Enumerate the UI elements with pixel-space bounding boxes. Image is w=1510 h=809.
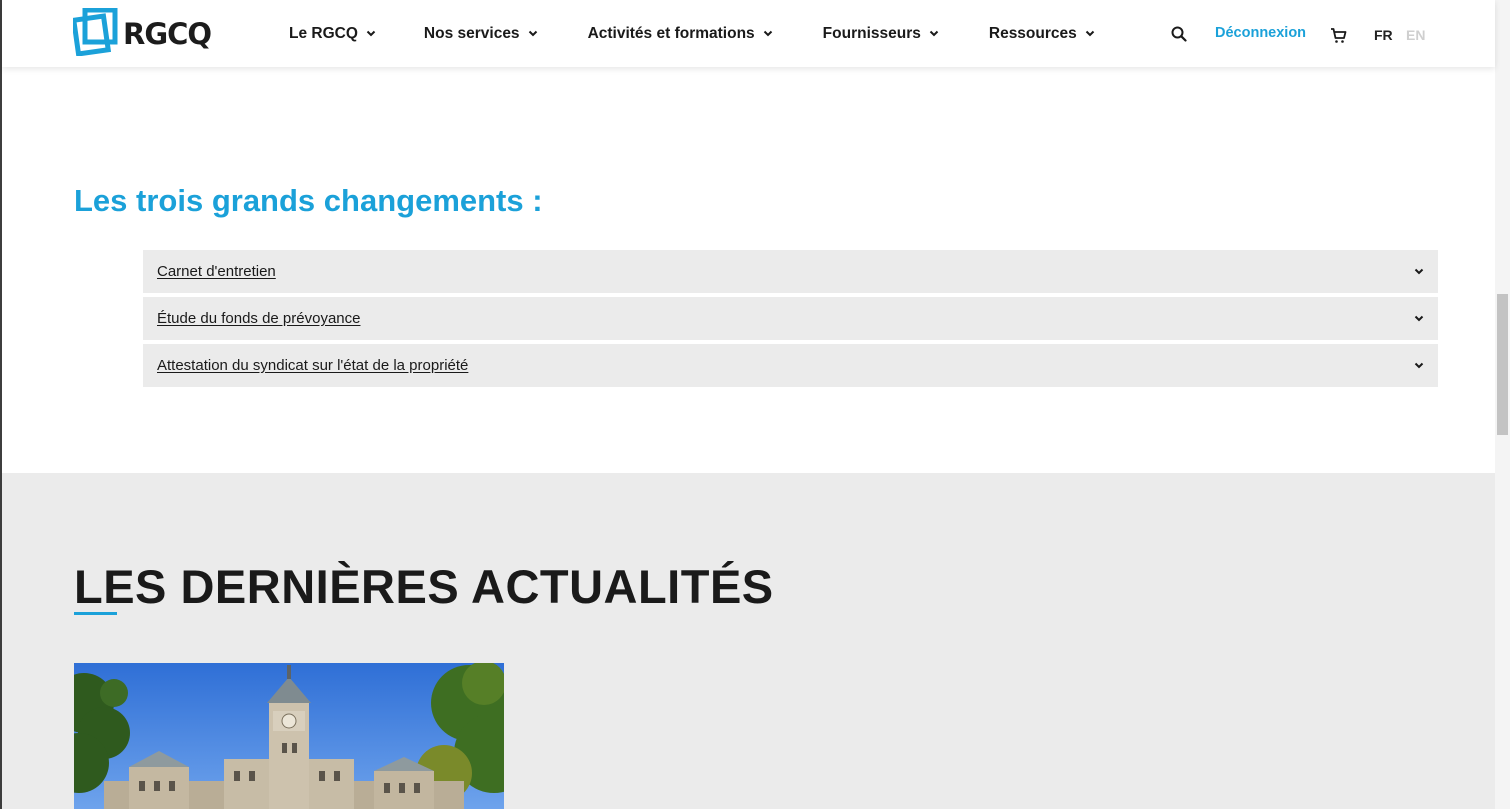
chevron-down-icon xyxy=(1414,268,1424,275)
chevron-down-icon xyxy=(1085,30,1095,37)
main-nav: Le RGCQ Nos services Activités et format… xyxy=(289,0,1095,67)
chevron-down-icon xyxy=(929,30,939,37)
language-en[interactable]: EN xyxy=(1406,27,1425,43)
news-section: LES DERNIÈRES ACTUALITÉS xyxy=(2,473,1495,809)
parliament-building-image xyxy=(74,663,504,809)
site-logo[interactable]: RGCQ xyxy=(70,7,212,57)
accordion-item-carnet[interactable]: Carnet d'entretien xyxy=(143,250,1438,293)
cart-icon[interactable] xyxy=(1330,27,1347,44)
nav-item-fournisseurs[interactable]: Fournisseurs xyxy=(823,25,939,43)
nav-item-label: Le RGCQ xyxy=(289,24,358,42)
section-title-changes: Les trois grands changements : xyxy=(74,183,543,218)
scrollbar-thumb[interactable] xyxy=(1497,294,1508,435)
logo-squares-icon xyxy=(70,7,119,57)
site-header: RGCQ Le RGCQ Nos services Activités et f… xyxy=(2,0,1495,67)
section-title-news: LES DERNIÈRES ACTUALITÉS xyxy=(74,560,774,613)
search-icon[interactable] xyxy=(1171,26,1187,42)
page: RGCQ Le RGCQ Nos services Activités et f… xyxy=(0,0,1510,809)
nav-item-label: Ressources xyxy=(988,24,1077,42)
vertical-scrollbar[interactable] xyxy=(1495,0,1510,809)
chevron-down-icon xyxy=(1414,362,1424,369)
nav-item-label: Nos services xyxy=(423,24,520,42)
nav-item-nos-services[interactable]: Nos services xyxy=(424,25,538,43)
accordion-label[interactable]: Carnet d'entretien xyxy=(157,263,276,280)
news-card-image[interactable] xyxy=(74,663,504,809)
nav-item-label: Activités et formations xyxy=(587,24,755,42)
chevron-down-icon xyxy=(528,30,538,37)
chevron-down-icon xyxy=(1414,315,1424,322)
accordion-item-attestation[interactable]: Attestation du syndicat sur l'état de la… xyxy=(143,344,1438,387)
changes-accordion: Carnet d'entretien Étude du fonds de pré… xyxy=(143,250,1438,391)
language-fr[interactable]: FR xyxy=(1374,27,1393,43)
title-underline xyxy=(74,612,117,615)
logout-link[interactable]: Déconnexion xyxy=(1215,25,1306,41)
nav-item-activites-formations[interactable]: Activités et formations xyxy=(588,25,773,43)
nav-item-ressources[interactable]: Ressources xyxy=(989,25,1095,43)
logo-text: RGCQ xyxy=(123,17,212,51)
chevron-down-icon xyxy=(366,30,376,37)
nav-item-label: Fournisseurs xyxy=(822,24,921,42)
nav-item-le-rgcq[interactable]: Le RGCQ xyxy=(289,25,376,43)
accordion-label[interactable]: Attestation du syndicat sur l'état de la… xyxy=(157,357,468,374)
accordion-label[interactable]: Étude du fonds de prévoyance xyxy=(157,310,360,327)
chevron-down-icon xyxy=(763,30,773,37)
accordion-item-fonds[interactable]: Étude du fonds de prévoyance xyxy=(143,297,1438,340)
